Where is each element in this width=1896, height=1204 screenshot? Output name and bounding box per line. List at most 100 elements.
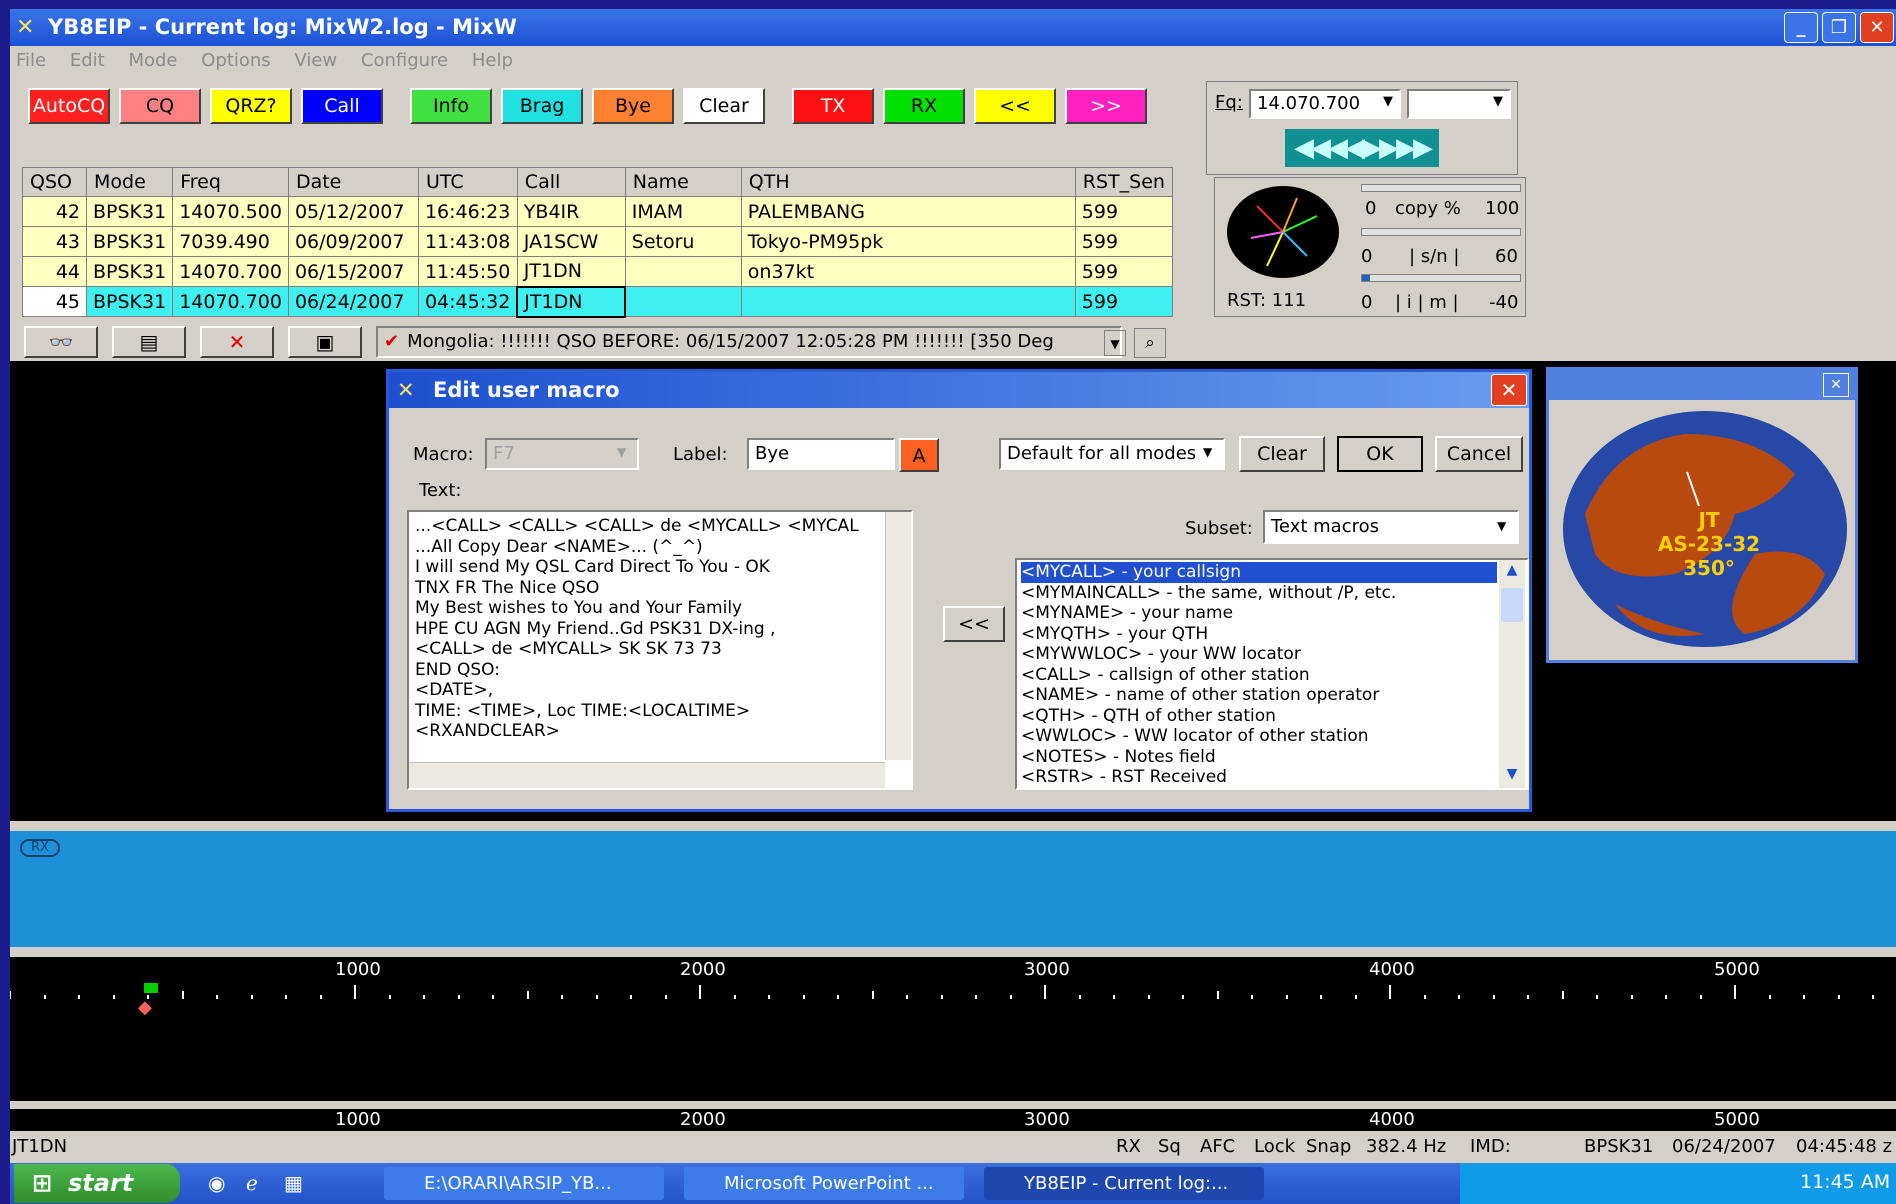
chevron-down-icon[interactable]: ▼ xyxy=(1493,94,1503,109)
col-qth[interactable]: QTH xyxy=(740,167,1076,197)
label-input[interactable]: Bye xyxy=(747,438,895,470)
list-item[interactable]: <MYQTH> - your QTH xyxy=(1021,624,1527,645)
text-vertical-scrollbar[interactable] xyxy=(885,512,911,760)
minimize-button[interactable]: _ xyxy=(1784,12,1818,43)
label-color-button[interactable]: A xyxy=(899,438,939,472)
macro-list[interactable]: <MYCALL> - your callsign <MYMAINCALL> - … xyxy=(1015,558,1529,790)
dialog-clear-button[interactable]: Clear xyxy=(1239,436,1325,472)
list-item[interactable]: <MYMAINCALL> - the same, without /P, etc… xyxy=(1021,583,1527,604)
cell-name[interactable] xyxy=(624,286,742,317)
dialog-ok-button[interactable]: OK xyxy=(1337,436,1423,472)
list-item[interactable]: <NOTES> - Notes field xyxy=(1021,747,1527,768)
col-mode[interactable]: Mode xyxy=(85,167,174,197)
col-utc[interactable]: UTC xyxy=(417,167,518,197)
scroll-thumb[interactable] xyxy=(1501,588,1523,622)
list-item[interactable]: <RSTR> - RST Received xyxy=(1021,767,1527,788)
close-icon[interactable]: ✕ xyxy=(1823,373,1849,397)
status-mode[interactable]: BPSK31 xyxy=(1584,1133,1653,1161)
chevron-down-icon[interactable]: ▼ xyxy=(1203,445,1212,459)
task-mixw[interactable]: YB8EIP - Current log:... xyxy=(984,1167,1264,1200)
transmit-text-area[interactable]: RX xyxy=(10,831,1896,947)
macro-autocq-button[interactable]: AutoCQ xyxy=(28,88,110,124)
col-qso[interactable]: QSO xyxy=(22,167,87,197)
macro-call-button[interactable]: Call xyxy=(301,88,383,124)
col-freq[interactable]: Freq xyxy=(172,167,289,197)
table-row[interactable]: 42 BPSK31 14070.500 05/12/2007 16:46:23 YB4IR… xyxy=(22,196,1173,227)
search-log-button[interactable]: 👓 xyxy=(24,326,98,358)
scroll-up-icon[interactable]: ▲ xyxy=(1499,560,1525,584)
menu-configure[interactable]: Configure xyxy=(361,50,448,71)
dialog-close-button[interactable]: ✕ xyxy=(1491,374,1527,406)
menu-file[interactable]: File xyxy=(16,50,46,71)
lookup-icon[interactable]: ⌕ xyxy=(1134,328,1166,358)
tuning-arrows-button[interactable]: ◀◀◀◀▶▶▶▶ xyxy=(1285,129,1439,167)
list-item[interactable]: <MYNAME> - your name xyxy=(1021,603,1527,624)
save-log-button[interactable]: ▣ xyxy=(288,326,362,358)
menu-view[interactable]: View xyxy=(294,50,337,71)
macro-next-button[interactable]: >> xyxy=(1065,88,1147,124)
cell-qth[interactable] xyxy=(740,286,1076,317)
tx-button[interactable]: TX xyxy=(792,88,874,124)
table-row[interactable]: 44 BPSK31 14070.700 06/15/2007 11:45:50 JT1DN… xyxy=(22,256,1173,287)
scroll-down-icon[interactable]: ▼ xyxy=(1499,764,1525,788)
cell-call-editing[interactable]: JT1DN xyxy=(516,285,627,318)
list-item[interactable]: <CALL> - callsign of other station xyxy=(1021,665,1527,686)
macro-list-scrollbar[interactable]: ▲ ▼ xyxy=(1499,560,1525,788)
col-date[interactable]: Date xyxy=(287,167,419,197)
status-afc[interactable]: AFC xyxy=(1200,1133,1235,1161)
menu-mode[interactable]: Mode xyxy=(128,50,177,71)
frequency-input[interactable]: 14.070.700 xyxy=(1249,89,1401,119)
macro-clear-button[interactable]: Clear xyxy=(683,88,765,124)
restore-button[interactable]: ❐ xyxy=(1822,12,1856,43)
clock[interactable]: 11:45 AM xyxy=(1800,1171,1890,1193)
start-button[interactable]: ⊞ start xyxy=(14,1164,180,1203)
macro-prev-button[interactable]: << xyxy=(974,88,1056,124)
menu-help[interactable]: Help xyxy=(472,50,513,71)
list-item[interactable]: <NAME> - name of other station operator xyxy=(1021,685,1527,706)
text-horizontal-scrollbar[interactable] xyxy=(409,762,885,788)
col-call[interactable]: Call xyxy=(516,167,626,197)
rx-marker-icon[interactable]: ◆ xyxy=(138,997,152,1018)
chevron-down-icon[interactable]: ▼ xyxy=(1497,519,1506,533)
table-row[interactable]: 43 BPSK31 7039.490 06/09/2007 11:43:08 JA1SCW… xyxy=(22,226,1173,257)
macro-info-button[interactable]: Info xyxy=(410,88,492,124)
macro-qrz-button[interactable]: QRZ? xyxy=(210,88,292,124)
macro-text-editor[interactable]: ...<CALL> <CALL> <CALL> de <MYCALL> <MYC… xyxy=(407,510,913,790)
list-item-selected[interactable]: <MYCALL> - your callsign xyxy=(1021,562,1497,583)
scale-ticks xyxy=(10,985,1874,999)
status-sq[interactable]: Sq xyxy=(1158,1133,1181,1161)
close-button[interactable]: ✕ xyxy=(1860,12,1894,43)
menu-options[interactable]: Options xyxy=(201,50,270,71)
status-rx[interactable]: RX xyxy=(1116,1133,1141,1161)
list-item[interactable]: <MYWWLOC> - your WW locator xyxy=(1021,644,1527,665)
table-row-selected[interactable]: 45 BPSK31 14070.700 06/24/2007 04:45:32 JT1DN… xyxy=(22,285,1173,318)
status-lock[interactable]: Lock xyxy=(1254,1133,1295,1161)
col-name[interactable]: Name xyxy=(624,167,742,197)
task-powerpoint[interactable]: Microsoft PowerPoint ... xyxy=(684,1167,964,1200)
insert-macro-button[interactable]: << xyxy=(943,606,1005,642)
macro-cq-button[interactable]: CQ xyxy=(119,88,201,124)
col-rst-sent[interactable]: RST_Sen xyxy=(1074,167,1173,197)
cell-rst[interactable]: 599 xyxy=(1074,286,1173,317)
macro-bye-button[interactable]: Bye xyxy=(592,88,674,124)
status-snap[interactable]: Snap xyxy=(1306,1133,1351,1161)
tx-marker-flag-icon[interactable] xyxy=(144,983,158,993)
desktop-icon[interactable]: ▦ xyxy=(284,1171,303,1195)
mode-select[interactable]: Default for all modes xyxy=(999,438,1225,470)
task-explorer[interactable]: E:\ORARI\ARSIP_YB... xyxy=(384,1167,664,1200)
list-item[interactable]: <QTH> - QTH of other station xyxy=(1021,706,1527,727)
macro-brag-button[interactable]: Brag xyxy=(501,88,583,124)
list-item[interactable]: <WWLOC> - WW locator of other station xyxy=(1021,726,1527,747)
chevron-down-icon[interactable]: ▼ xyxy=(1383,94,1393,109)
menu-edit[interactable]: Edit xyxy=(70,50,105,71)
browser-icon[interactable]: ℯ xyxy=(246,1171,258,1195)
spectrum-scale[interactable]: 1000 2000 3000 4000 5000 ◆ xyxy=(10,957,1896,1101)
cell-mode: BPSK31 xyxy=(85,196,174,227)
quicklaunch-icon[interactable]: ◉ xyxy=(208,1171,225,1195)
chevron-down-icon[interactable]: ▼ xyxy=(1104,330,1126,356)
subset-select[interactable]: Text macros xyxy=(1263,510,1519,544)
rx-button[interactable]: RX xyxy=(883,88,965,124)
delete-log-button[interactable]: ✕ xyxy=(200,326,274,358)
dialog-cancel-button[interactable]: Cancel xyxy=(1435,436,1523,472)
edit-log-button[interactable]: ▤ xyxy=(112,326,186,358)
